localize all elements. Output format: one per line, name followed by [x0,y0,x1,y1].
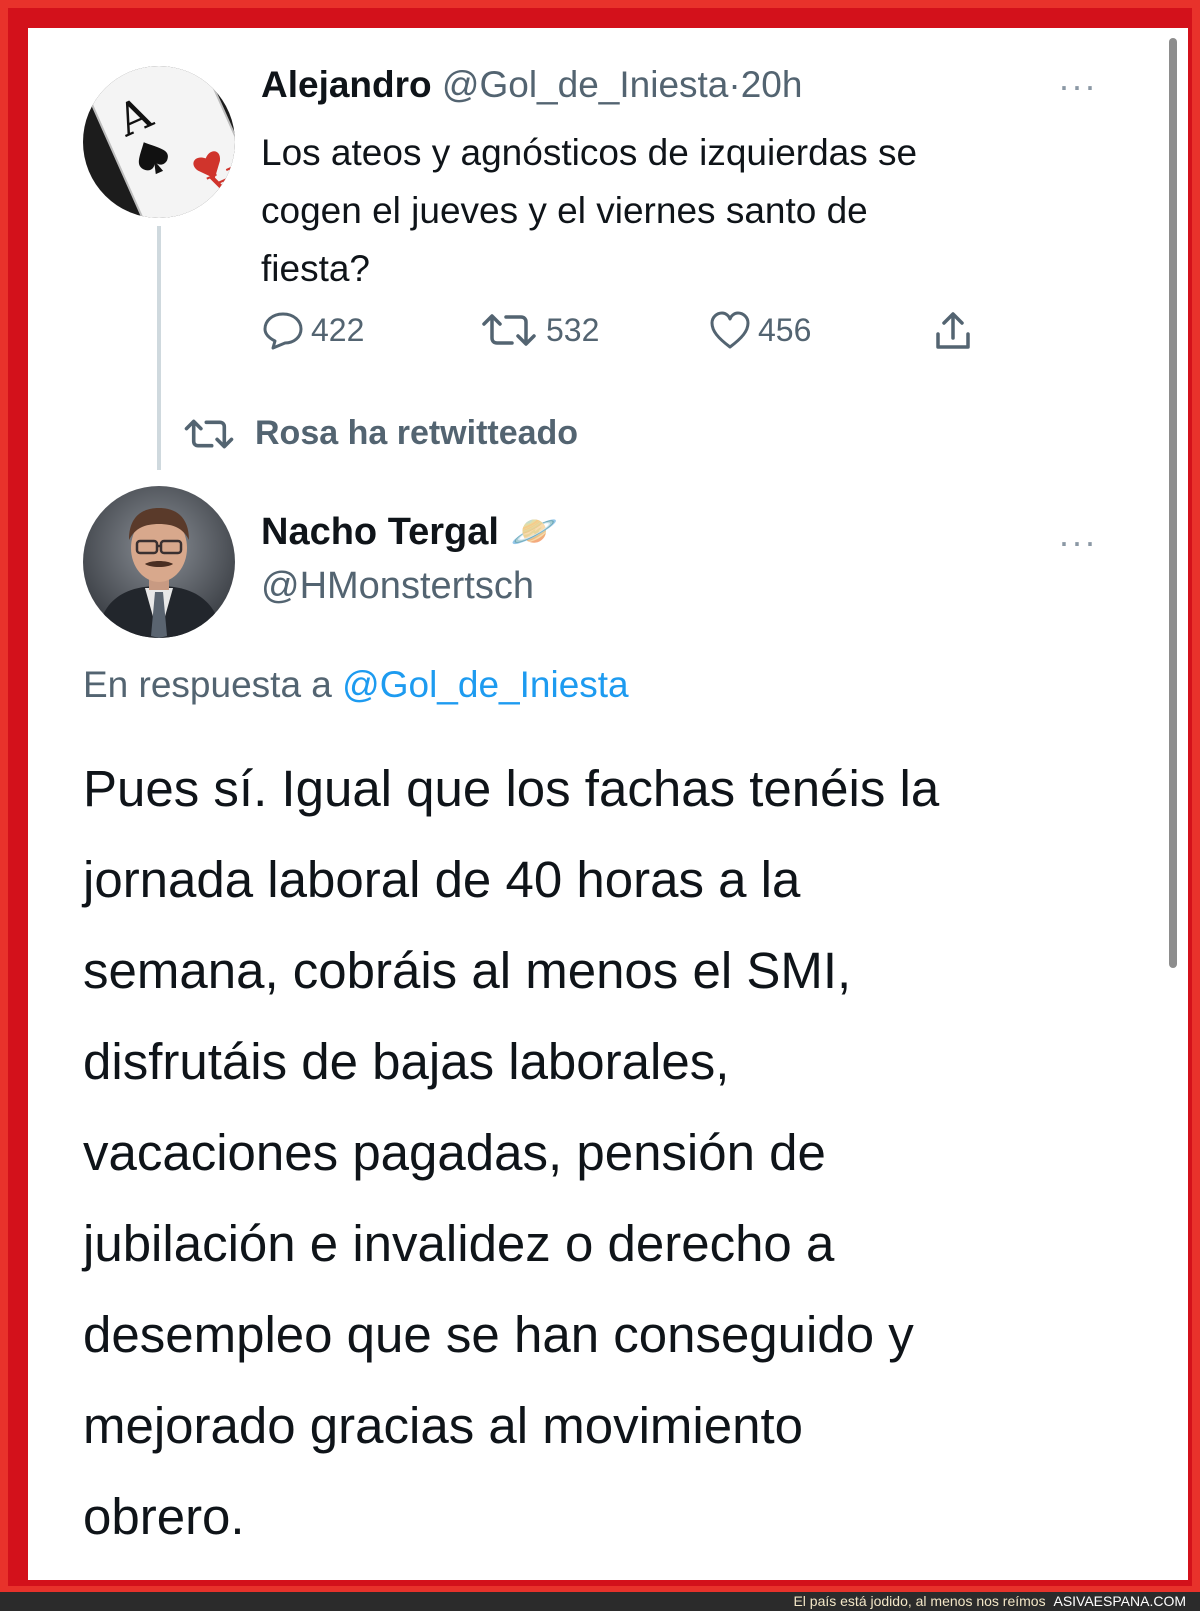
tweet-text-line: cogen el jueves y el viernes santo de [261,190,868,231]
thread-connector [157,226,161,470]
tweet-text-line: Pues sí. Igual que los fachas tenéis la [83,760,940,817]
reply-tweet-body: Pues sí. Igual que los fachas tenéis la … [83,743,939,1562]
like-button[interactable]: 456 [708,310,811,350]
reply-context: En respuesta a @Gol_de_Iniesta [83,664,629,706]
tweet-text-line: fiesta? [261,248,371,289]
display-name[interactable]: Nacho Tergal [261,511,499,554]
more-options-icon[interactable]: ··· [1058,68,1097,104]
tweet-text-line: disfrutáis de bajas laborales, [83,1033,730,1090]
tweet-body: Los ateos y agnósticos de izquierdas se … [261,124,917,298]
display-name[interactable]: Alejandro [261,64,432,105]
meme-frame: A A Alejandro @Gol_de_Iniesta·20h ··· Lo… [8,8,1192,1586]
like-count: 456 [758,311,812,348]
retweet-context-label[interactable]: Rosa ha retwitteado [255,414,578,453]
retweet-context: Rosa ha retwitteado [181,414,578,453]
tweet-text-line: obrero. [83,1488,245,1545]
tweet-header: Alejandro @Gol_de_Iniesta·20h [261,64,802,106]
tweet-text-line: mejorado gracias al movimiento [83,1397,803,1454]
tweet-screenshot: A A Alejandro @Gol_de_Iniesta·20h ··· Lo… [28,28,1188,1580]
tweet-text-line: desempleo que se han conseguido y [83,1306,914,1363]
tweet-text-line: jubilación e invalidez o derecho a [83,1215,835,1272]
heart-icon [710,311,750,349]
reply-tweet-header: Nacho Tergal 🪐 [261,510,558,554]
user-handle[interactable]: @HMonstertsch [261,565,534,608]
retweet-count: 532 [546,311,600,348]
retweet-button[interactable]: 532 [478,310,599,350]
user-handle[interactable]: @Gol_de_Iniesta [442,64,728,105]
nacho-tergal-avatar[interactable] [83,486,235,638]
reply-prefix: En respuesta a [83,664,332,705]
share-icon [936,312,970,349]
scrollbar[interactable] [1169,38,1177,968]
footer-site-link[interactable]: ASIVAESPANA.COM [1053,1593,1186,1609]
more-options-icon[interactable]: ··· [1058,524,1097,560]
man-portrait-icon [83,486,235,638]
separator-dot: · [728,64,741,105]
footer-tagline: El país está jodido, al menos nos reímos [793,1593,1046,1609]
reply-count: 422 [311,311,365,348]
tweet-text-line: semana, cobráis al menos el SMI, [83,942,852,999]
ace-of-hearts-card-icon: A A [83,66,235,218]
alejandro-avatar[interactable]: A A [83,66,235,218]
retweet-icon [482,314,536,346]
tweet-text-line: jornada laboral de 40 horas a la [83,851,801,908]
reply-to-handle-link[interactable]: @Gol_de_Iniesta [342,664,628,705]
ringed-planet-icon: 🪐 [510,511,559,553]
watermark-footer: El país está jodido, al menos nos reímos… [0,1592,1200,1611]
retweet-icon [184,419,234,448]
tweet-text-line: vacaciones pagadas, pensión de [83,1124,826,1181]
tweet-timestamp[interactable]: 20h [741,64,803,105]
tweet-text-line: Los ateos y agnósticos de izquierdas se [261,132,918,173]
share-button[interactable] [933,310,979,352]
reply-button[interactable]: 422 [261,310,364,350]
reply-icon [263,312,303,350]
